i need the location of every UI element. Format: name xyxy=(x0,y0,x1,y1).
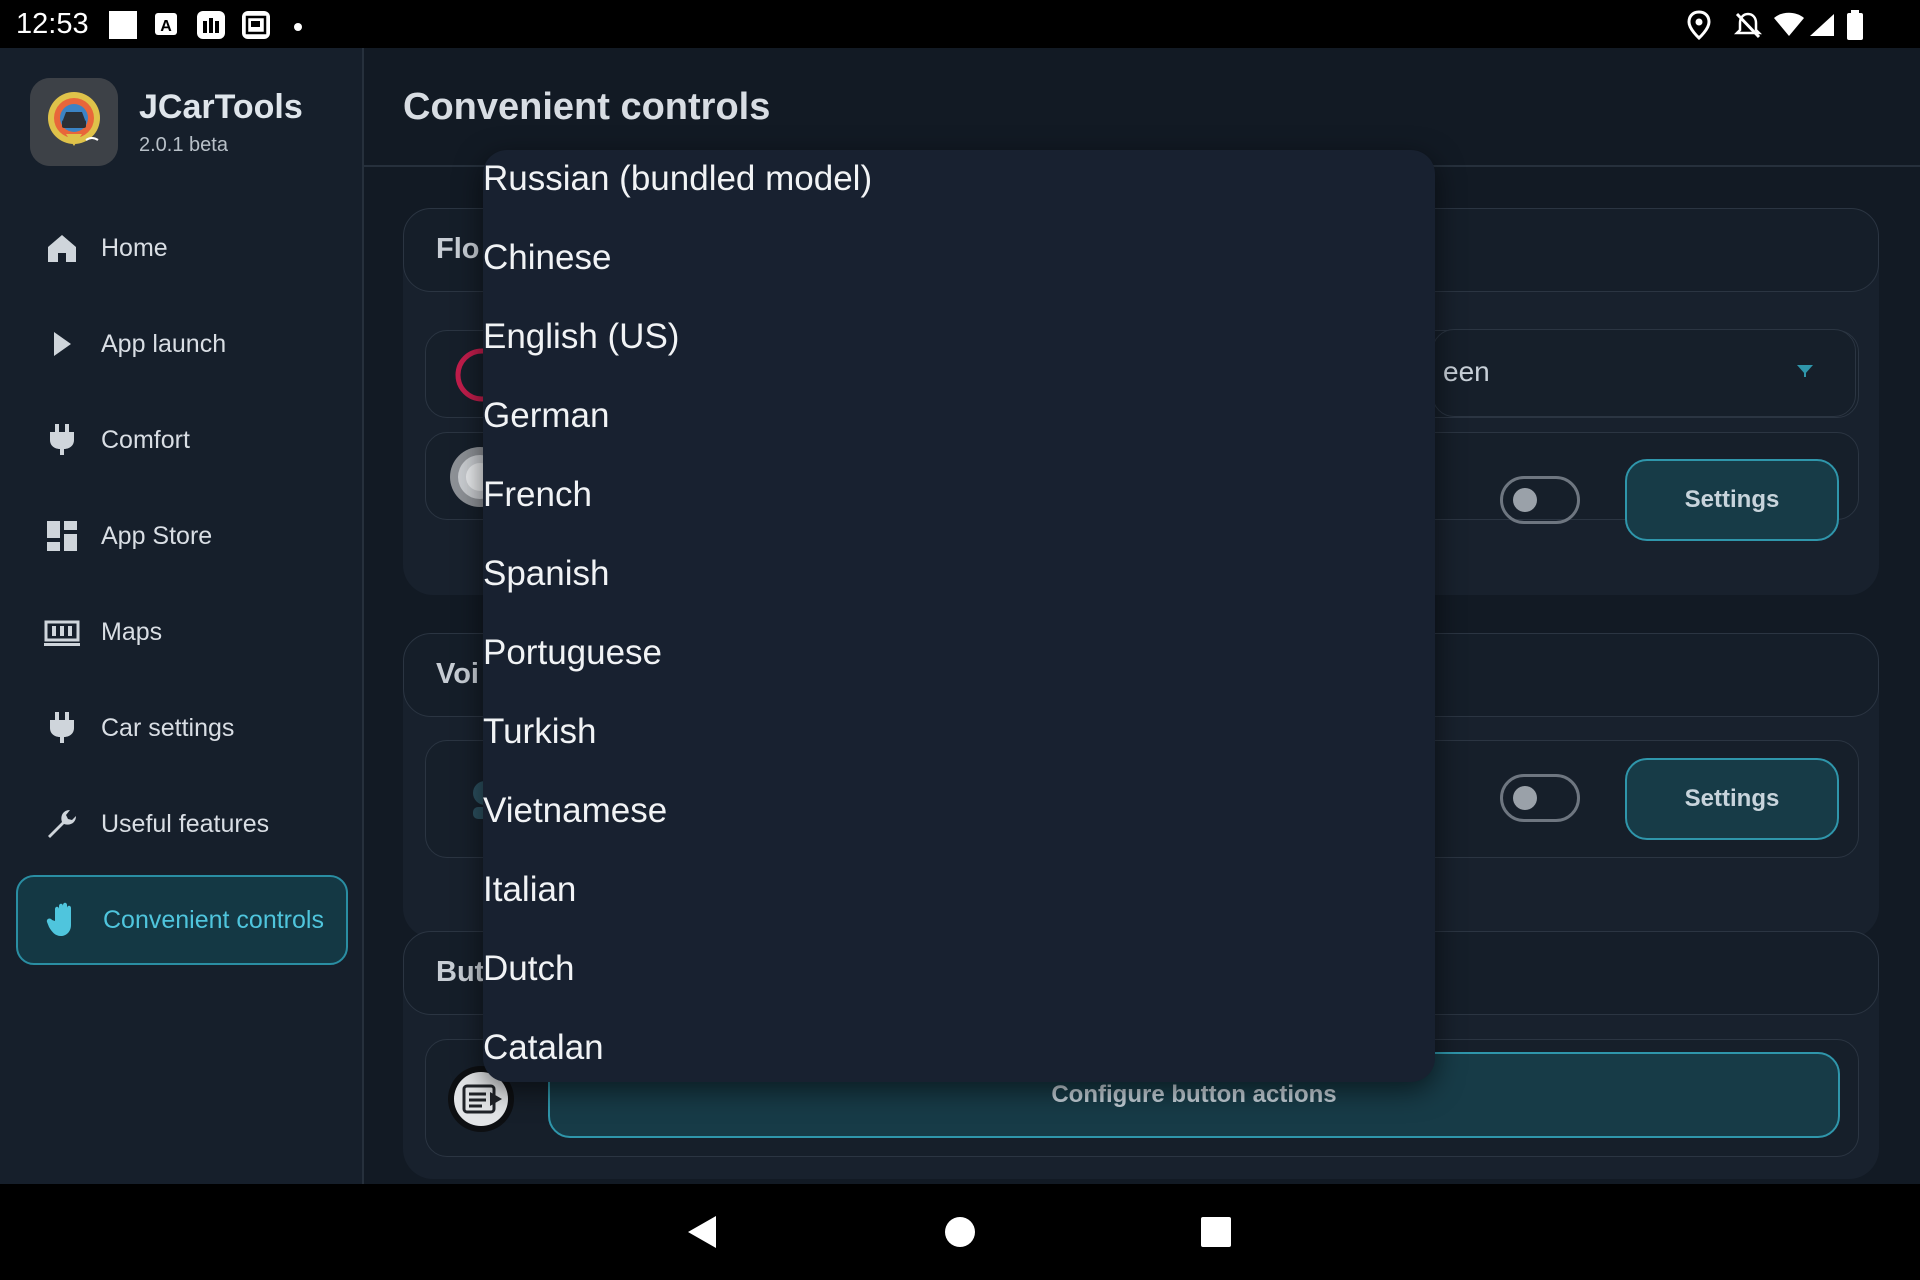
dropdown-option-chinese[interactable]: Chinese xyxy=(483,228,1435,307)
dropdown-option-label: Turkish xyxy=(483,712,597,751)
wifi-icon xyxy=(1773,12,1805,43)
battery-icon xyxy=(1846,9,1864,46)
sidebar-item-useful-features[interactable]: Useful features xyxy=(16,781,344,867)
dropdown-option-english-us[interactable]: English (US) xyxy=(483,307,1435,386)
toggle-knob xyxy=(1513,488,1537,512)
home-circle-icon[interactable] xyxy=(944,1216,976,1253)
dropdown-option-label: Italian xyxy=(483,870,577,909)
app-logo xyxy=(30,78,118,166)
dropdown-option-russian[interactable]: Russian (bundled model) xyxy=(483,150,1435,228)
sidebar-item-label: Useful features xyxy=(101,810,270,838)
floating-mode-select[interactable]: een xyxy=(1432,329,1856,417)
sidebar-item-label: Convenient controls xyxy=(103,906,324,934)
dropdown-option-label: Portuguese xyxy=(483,633,663,672)
dashboard-icon xyxy=(44,518,80,554)
notifications-off-icon xyxy=(1733,10,1763,45)
voice-section-title: Voi xyxy=(436,658,479,690)
dropdown-option-german[interactable]: German xyxy=(483,386,1435,465)
sidebar-item-app-store[interactable]: App Store xyxy=(16,493,344,579)
dropdown-option-label: Chinese xyxy=(483,238,612,277)
app-version: 2.0.1 beta xyxy=(139,134,228,156)
dropdown-option-label: Catalan xyxy=(483,1028,604,1067)
app-name: JCarTools xyxy=(139,88,303,126)
dropdown-option-label: Russian (bundled model) xyxy=(483,159,873,198)
location-pin-icon xyxy=(1686,10,1712,45)
plug-icon xyxy=(44,710,80,746)
sidebar-item-label: Car settings xyxy=(101,714,235,742)
sidebar-item-label: App launch xyxy=(101,330,227,358)
dropdown-option-spanish[interactable]: Spanish xyxy=(483,544,1435,623)
white-square-icon xyxy=(108,10,138,45)
hand-icon xyxy=(46,901,82,937)
dropdown-option-label: Spanish xyxy=(483,554,610,593)
dropdown-option-label: French xyxy=(483,475,592,514)
dropdown-option-catalan[interactable]: Catalan xyxy=(483,1018,1435,1082)
dropdown-option-vietnamese[interactable]: Vietnamese xyxy=(483,781,1435,860)
dropdown-option-label: Dutch xyxy=(483,949,575,988)
floating-enable-toggle[interactable] xyxy=(1500,476,1580,524)
floating-mode-select-value: een xyxy=(1443,356,1490,387)
sidebar-item-label: App Store xyxy=(101,522,213,550)
plug-icon xyxy=(44,422,80,458)
map-icon xyxy=(44,614,80,650)
sidebar-item-app-launch[interactable]: App launch xyxy=(16,301,344,387)
system-nav-bar xyxy=(0,1184,1920,1280)
sidebar-item-home[interactable]: Home xyxy=(16,205,344,291)
sidebar-item-car-settings[interactable]: Car settings xyxy=(16,685,344,771)
sidebar-item-comfort[interactable]: Comfort xyxy=(16,397,344,483)
buttons-section-title: But xyxy=(436,956,485,988)
dropdown-option-label: Vietnamese xyxy=(483,791,668,830)
toggle-knob xyxy=(1513,786,1537,810)
sidebar-item-label: Comfort xyxy=(101,426,190,454)
wrench-icon xyxy=(44,806,80,842)
voice-settings-button[interactable]: Settings xyxy=(1625,758,1839,840)
dropdown-option-dutch[interactable]: Dutch xyxy=(483,939,1435,1018)
dropdown-option-portuguese[interactable]: Portuguese xyxy=(483,623,1435,702)
floating-settings-button[interactable]: Settings xyxy=(1625,459,1839,541)
store-bag-icon xyxy=(195,9,227,46)
chevron-down-icon xyxy=(1795,362,1815,383)
status-time: 12:53 xyxy=(16,8,89,40)
dot-icon xyxy=(293,19,303,37)
sidebar-item-maps[interactable]: Maps xyxy=(16,589,344,675)
cell-signal-icon xyxy=(1808,12,1836,43)
dropdown-option-italian[interactable]: Italian xyxy=(483,860,1435,939)
dropdown-option-turkish[interactable]: Turkish xyxy=(483,702,1435,781)
home-icon xyxy=(44,230,80,266)
sidebar-item-label: Home xyxy=(101,234,168,262)
language-dropdown-menu: Russian (bundled model) Chinese English … xyxy=(483,150,1435,1082)
a-badge-icon: A xyxy=(154,12,178,41)
status-bar: 12:53 A xyxy=(0,0,1920,48)
sidebar: JCarTools 2.0.1 beta Home App launch Com… xyxy=(0,48,364,1184)
voice-enable-toggle[interactable] xyxy=(1500,774,1580,822)
back-icon[interactable] xyxy=(686,1214,718,1255)
dropdown-option-french[interactable]: French xyxy=(483,465,1435,544)
floating-section-title: Flo xyxy=(436,233,480,265)
play-icon xyxy=(44,326,80,362)
recents-icon[interactable] xyxy=(1200,1216,1232,1253)
svg-text:A: A xyxy=(160,18,172,35)
sidebar-item-convenient-controls[interactable]: Convenient controls xyxy=(16,875,348,965)
sidebar-item-label: Maps xyxy=(101,618,163,646)
page-title: Convenient controls xyxy=(403,86,771,128)
dropdown-option-label: English (US) xyxy=(483,317,680,356)
dropdown-option-label: German xyxy=(483,396,610,435)
gallery-icon xyxy=(240,9,272,46)
